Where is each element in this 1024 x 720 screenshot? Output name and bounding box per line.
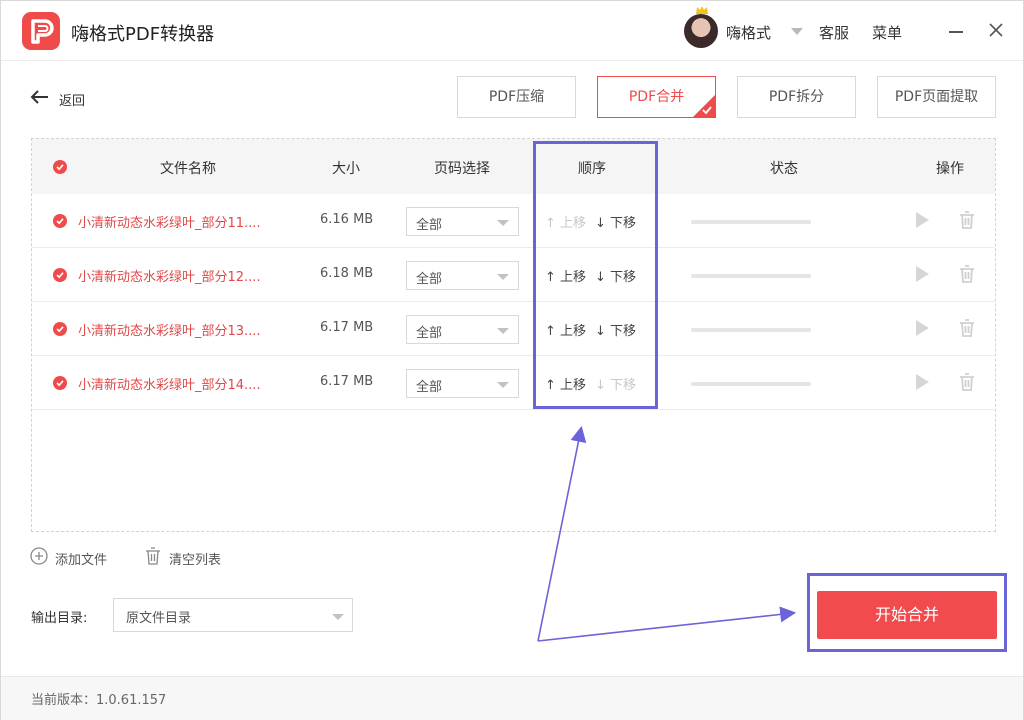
file-name: 小清新动态水彩绿叶_部分11.... <box>78 216 261 231</box>
back-label: 返回 <box>59 94 86 109</box>
move-down-button[interactable]: ↓ 下移 <box>595 212 636 231</box>
app-title: 嗨格式PDF转换器 <box>71 24 215 45</box>
tab-pdf-merge[interactable]: PDF合并 <box>597 76 716 118</box>
column-actions: 操作 <box>936 161 964 177</box>
menu-button[interactable]: 菜单 <box>872 22 902 43</box>
column-status: 状态 <box>770 161 798 177</box>
plus-circle-icon <box>30 547 48 565</box>
tab-pdf-compress[interactable]: PDF压缩 <box>457 76 576 118</box>
chevron-down-icon <box>497 220 509 226</box>
close-icon[interactable] <box>988 22 1004 38</box>
move-up-label: 上移 <box>560 324 587 339</box>
output-dir-label: 输出目录: <box>31 611 88 626</box>
play-icon[interactable] <box>914 211 930 229</box>
user-dropdown-caret-icon[interactable] <box>791 28 803 35</box>
chevron-down-icon <box>497 274 509 280</box>
move-down-label: 下移 <box>610 216 637 231</box>
file-name: 小清新动态水彩绿叶_部分12.... <box>78 270 261 285</box>
move-up-label: 上移 <box>560 378 587 393</box>
column-page-select: 页码选择 <box>434 161 490 177</box>
tab-pdf-split[interactable]: PDF拆分 <box>737 76 856 118</box>
trash-icon[interactable] <box>959 211 975 229</box>
move-down-label: 下移 <box>610 378 637 393</box>
selected-corner-check-icon <box>693 95 715 117</box>
file-name: 小清新动态水彩绿叶_部分14.... <box>78 378 261 393</box>
move-down-button[interactable]: ↓ 下移 <box>595 320 636 339</box>
table-row: 小清新动态水彩绿叶_部分11.... 6.16 MB 全部 ↑ 上移 ↓ 下移 <box>32 194 995 248</box>
move-up-button[interactable]: ↑ 上移 <box>545 266 586 285</box>
trash-icon[interactable] <box>959 319 975 337</box>
move-down-button[interactable]: ↓ 下移 <box>595 374 636 393</box>
move-down-button[interactable]: ↓ 下移 <box>595 266 636 285</box>
row-checkbox[interactable] <box>53 376 67 390</box>
table-row: 小清新动态水彩绿叶_部分12.... 6.18 MB 全部 ↑ 上移 ↓ 下移 <box>32 248 995 302</box>
minimize-icon[interactable] <box>949 31 963 33</box>
trash-icon[interactable] <box>959 373 975 391</box>
output-dir-value: 原文件目录 <box>126 611 192 626</box>
page-select-dropdown[interactable]: 全部 <box>406 315 519 344</box>
row-checkbox[interactable] <box>53 214 67 228</box>
row-checkbox[interactable] <box>53 268 67 282</box>
app-window: 嗨格式PDF转换器 嗨格式 客服 菜单 返回 PDF压缩 PDF合并 PDF拆分… <box>0 0 1024 720</box>
status-bar: 当前版本：1.0.61.157 <box>1 676 1023 720</box>
move-down-label: 下移 <box>610 324 637 339</box>
column-order: 顺序 <box>578 161 606 177</box>
file-name: 小清新动态水彩绿叶_部分13.... <box>78 324 261 339</box>
start-merge-button[interactable]: 开始合并 <box>817 591 997 639</box>
move-up-button[interactable]: ↑ 上移 <box>545 374 586 393</box>
output-dir-select[interactable]: 原文件目录 <box>113 598 353 632</box>
trash-icon <box>146 547 160 565</box>
table-row: 小清新动态水彩绿叶_部分14.... 6.17 MB 全部 ↑ 上移 ↓ 下移 <box>32 356 995 410</box>
play-icon[interactable] <box>914 265 930 283</box>
username[interactable]: 嗨格式 <box>726 22 771 43</box>
move-up-label: 上移 <box>560 216 587 231</box>
page-select-dropdown[interactable]: 全部 <box>406 369 519 398</box>
move-up-label: 上移 <box>560 270 587 285</box>
progress-bar <box>691 220 811 224</box>
progress-bar <box>691 382 811 386</box>
add-file-label: 添加文件 <box>55 553 108 568</box>
page-select-dropdown[interactable]: 全部 <box>406 261 519 290</box>
chevron-down-icon <box>497 328 509 334</box>
file-size: 6.18 MB <box>320 266 374 281</box>
play-icon[interactable] <box>914 373 930 391</box>
chevron-down-icon <box>332 614 344 620</box>
select-all-checkbox[interactable] <box>53 160 67 174</box>
app-logo-icon <box>22 12 60 50</box>
page-select-value: 全部 <box>416 380 443 395</box>
move-down-label: 下移 <box>610 270 637 285</box>
file-size: 6.17 MB <box>320 374 374 389</box>
trash-icon[interactable] <box>959 265 975 283</box>
row-checkbox[interactable] <box>53 322 67 336</box>
progress-bar <box>691 274 811 278</box>
avatar[interactable] <box>684 14 718 48</box>
table-header: 文件名称 大小 页码选择 顺序 状态 操作 <box>32 139 995 194</box>
column-file-name: 文件名称 <box>160 161 216 177</box>
tab-pdf-page-extract[interactable]: PDF页面提取 <box>877 76 996 118</box>
progress-bar <box>691 328 811 332</box>
tab-pdf-merge-label: PDF合并 <box>628 89 685 105</box>
play-icon[interactable] <box>914 319 930 337</box>
page-select-value: 全部 <box>416 326 443 341</box>
chevron-down-icon <box>497 382 509 388</box>
back-button[interactable]: 返回 <box>29 87 119 109</box>
page-select-dropdown[interactable]: 全部 <box>406 207 519 236</box>
arrow-to-start-button <box>537 606 797 642</box>
version-label: 当前版本：1.0.61.157 <box>31 693 167 708</box>
title-bar: 嗨格式PDF转换器 嗨格式 客服 菜单 <box>1 1 1023 61</box>
move-up-button[interactable]: ↑ 上移 <box>545 212 586 231</box>
clear-list-label: 清空列表 <box>169 553 222 568</box>
page-select-value: 全部 <box>416 218 443 233</box>
file-table: 文件名称 大小 页码选择 顺序 状态 操作 小清新动态水彩绿叶_部分11....… <box>31 138 996 532</box>
customer-service-link[interactable]: 客服 <box>819 22 849 43</box>
move-up-button[interactable]: ↑ 上移 <box>545 320 586 339</box>
column-size: 大小 <box>332 161 360 177</box>
arrow-left-icon <box>30 90 48 104</box>
file-size: 6.16 MB <box>320 212 374 227</box>
file-size: 6.17 MB <box>320 320 374 335</box>
table-row: 小清新动态水彩绿叶_部分13.... 6.17 MB 全部 ↑ 上移 ↓ 下移 <box>32 302 995 356</box>
page-select-value: 全部 <box>416 272 443 287</box>
